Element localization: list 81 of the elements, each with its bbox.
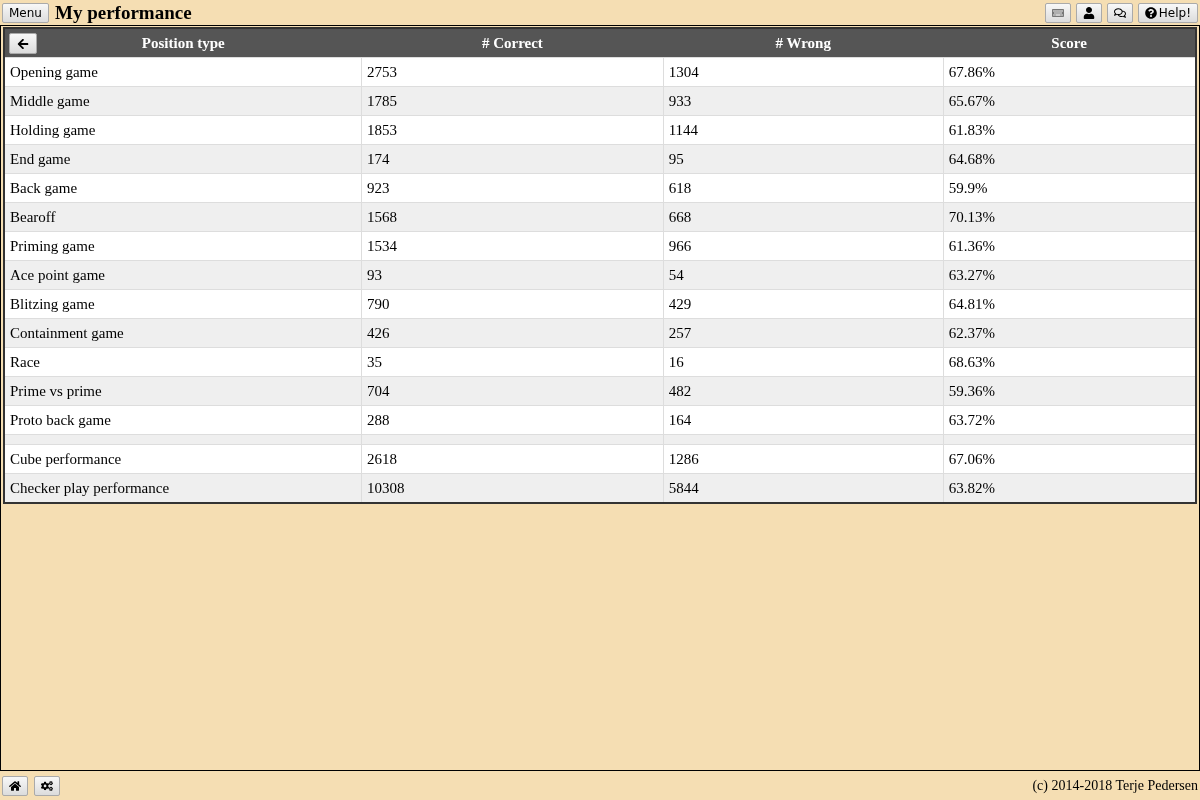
back-button[interactable] xyxy=(9,33,37,54)
table-cell: 93 xyxy=(361,260,664,290)
table-cell: 54 xyxy=(663,260,944,290)
table-cell: 5844 xyxy=(663,473,944,503)
table-cell: Cube performance xyxy=(4,444,362,474)
home-button[interactable] xyxy=(2,775,28,796)
table-cell: 95 xyxy=(663,144,944,174)
back-arrow-icon xyxy=(17,37,29,50)
table-cell: 1534 xyxy=(361,231,664,261)
table-cell: 35 xyxy=(361,347,664,377)
table-cell: 67.06% xyxy=(943,444,1196,474)
keyboard-icon xyxy=(1051,6,1064,19)
table-cell: 1853 xyxy=(361,115,664,145)
table-cell: 618 xyxy=(663,173,944,203)
table-cell: 68.63% xyxy=(943,347,1196,377)
table-cell: 10308 xyxy=(361,473,664,503)
settings-button[interactable] xyxy=(34,775,60,796)
table-cell: 65.67% xyxy=(943,86,1196,116)
table-cell: 70.13% xyxy=(943,202,1196,232)
table-cell: 63.72% xyxy=(943,405,1196,435)
table-cell: Ace point game xyxy=(4,260,362,290)
table-cell: 923 xyxy=(361,173,664,203)
table-cell: Middle game xyxy=(4,86,362,116)
keyboard-button[interactable] xyxy=(1044,2,1071,23)
table-cell: 16 xyxy=(663,347,944,377)
table-cell: 704 xyxy=(361,376,664,406)
table-cell: 1144 xyxy=(663,115,944,145)
help-button[interactable]: Help! xyxy=(1137,2,1198,23)
table-cell: 59.36% xyxy=(943,376,1196,406)
table-cell: Containment game xyxy=(4,318,362,348)
table-cell: 1785 xyxy=(361,86,664,116)
column-header: # Wrong xyxy=(663,28,944,58)
table-cell: 61.83% xyxy=(943,115,1196,145)
table-cell: 63.27% xyxy=(943,260,1196,290)
table-cell: 164 xyxy=(663,405,944,435)
help-icon xyxy=(1144,6,1157,19)
table-cell: 429 xyxy=(663,289,944,319)
copyright-text: (c) 2014-2018 Terje Pedersen xyxy=(1032,777,1198,794)
page-title: My performance xyxy=(54,1,192,24)
table-cell: 790 xyxy=(361,289,664,319)
table-cell: 668 xyxy=(663,202,944,232)
table-cell: 62.37% xyxy=(943,318,1196,348)
chat-icon xyxy=(1113,6,1126,19)
table-cell: 1304 xyxy=(663,57,944,87)
table-cell: Proto back game xyxy=(4,405,362,435)
table-cell: Bearoff xyxy=(4,202,362,232)
table-cell: 1286 xyxy=(663,444,944,474)
column-header-text: Position type xyxy=(141,34,225,51)
table-cell: 482 xyxy=(663,376,944,406)
column-header: Score xyxy=(943,28,1196,58)
home-icon xyxy=(9,779,21,792)
table-cell: Back game xyxy=(4,173,362,203)
menu-button[interactable]: Menu xyxy=(2,2,49,23)
table-cell: 2753 xyxy=(361,57,664,87)
chat-button[interactable] xyxy=(1106,2,1133,23)
table-cell: 64.68% xyxy=(943,144,1196,174)
column-header: # Correct xyxy=(361,28,664,58)
table-cell: Prime vs prime xyxy=(4,376,362,406)
table-cell: Blitzing game xyxy=(4,289,362,319)
table-cell: Priming game xyxy=(4,231,362,261)
table-cell: 933 xyxy=(663,86,944,116)
table-cell: 1568 xyxy=(361,202,664,232)
table-cell: 59.9% xyxy=(943,173,1196,203)
table-cell: Opening game xyxy=(4,57,362,87)
user-icon xyxy=(1082,6,1095,19)
table-cell: 174 xyxy=(361,144,664,174)
table-cell: 288 xyxy=(361,405,664,435)
table-cell: 426 xyxy=(361,318,664,348)
table-cell: Holding game xyxy=(4,115,362,145)
settings-icon xyxy=(41,779,53,792)
table-cell: End game xyxy=(4,144,362,174)
table-cell: 61.36% xyxy=(943,231,1196,261)
table-cell: Checker play performance xyxy=(4,473,362,503)
table-cell: 64.81% xyxy=(943,289,1196,319)
table-cell: 966 xyxy=(663,231,944,261)
user-button[interactable] xyxy=(1075,2,1102,23)
table-cell: 67.86% xyxy=(943,57,1196,87)
table-cell: 257 xyxy=(663,318,944,348)
table-cell: 63.82% xyxy=(943,473,1196,503)
table-cell: Race xyxy=(4,347,362,377)
table-cell: 2618 xyxy=(361,444,664,474)
